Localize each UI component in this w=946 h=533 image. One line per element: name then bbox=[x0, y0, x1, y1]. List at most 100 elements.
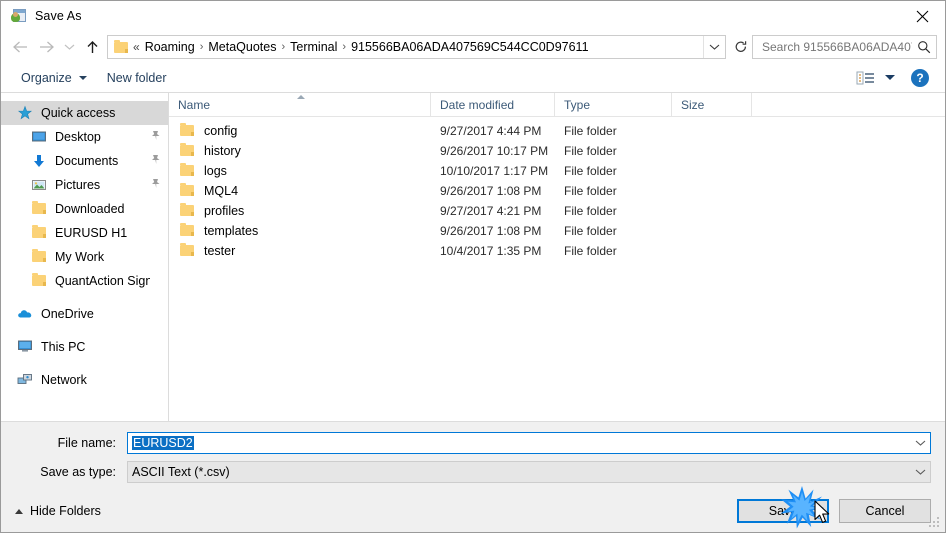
file-date: 10/10/2017 1:17 PM bbox=[440, 164, 549, 178]
file-type: File folder bbox=[564, 144, 617, 158]
filetype-combobox[interactable]: ASCII Text (*.csv) bbox=[127, 461, 931, 483]
breadcrumb-item-2[interactable]: Terminal bbox=[287, 40, 340, 54]
save-button[interactable]: Save bbox=[737, 499, 829, 523]
filetype-chevron-down-icon[interactable] bbox=[910, 468, 930, 476]
view-layout-icon[interactable] bbox=[856, 70, 876, 86]
back-icon[interactable] bbox=[7, 34, 33, 60]
table-row[interactable]: profiles 9/27/2017 4:21 PM File folder bbox=[169, 201, 945, 221]
breadcrumb-overflow[interactable]: « bbox=[133, 40, 142, 54]
folder-icon bbox=[113, 40, 129, 54]
sidebar-item-quantaction-signal[interactable]: QuantAction Signal bbox=[1, 269, 168, 293]
search-input[interactable] bbox=[760, 39, 914, 55]
sidebar-item-desktop[interactable]: Desktop bbox=[1, 125, 168, 149]
table-row[interactable]: logs 10/10/2017 1:17 PM File folder bbox=[169, 161, 945, 181]
sidebar-item-label: OneDrive bbox=[41, 307, 94, 321]
help-icon[interactable]: ? bbox=[911, 68, 929, 87]
forward-icon[interactable] bbox=[33, 34, 59, 60]
address-chevron-down-icon[interactable] bbox=[703, 36, 725, 58]
file-name-cell: logs bbox=[169, 163, 431, 179]
sidebar-item-my-work[interactable]: My Work bbox=[1, 245, 168, 269]
title-bar: Save As bbox=[1, 1, 945, 31]
breadcrumb-item-3[interactable]: 915566BA06ADA407569C544CC0D97611 bbox=[348, 40, 591, 54]
column-header-name[interactable]: Name bbox=[169, 93, 431, 116]
filename-chevron-down-icon[interactable] bbox=[910, 439, 930, 447]
refresh-icon[interactable] bbox=[730, 36, 752, 58]
address-bar[interactable]: « Roaming › MetaQuotes › Terminal › 9155… bbox=[107, 35, 726, 59]
filetype-value[interactable]: ASCII Text (*.csv) bbox=[128, 465, 910, 479]
breadcrumb-item-1[interactable]: MetaQuotes bbox=[205, 40, 279, 54]
sidebar-item-quick-access[interactable]: Quick access bbox=[1, 101, 168, 125]
file-date: 9/27/2017 4:44 PM bbox=[440, 124, 542, 138]
sidebar-item-onedrive[interactable]: OneDrive bbox=[1, 302, 168, 326]
view-chevron-down-icon[interactable] bbox=[885, 75, 895, 80]
filename-input[interactable]: EURUSD2 bbox=[132, 436, 194, 450]
sidebar-item-network[interactable]: Network bbox=[1, 368, 168, 392]
file-name-cell: MQL4 bbox=[169, 183, 431, 199]
file-name-cell: tester bbox=[169, 243, 431, 259]
table-row[interactable]: templates 9/26/2017 1:08 PM File folder bbox=[169, 221, 945, 241]
sidebar-item-label: Desktop bbox=[55, 130, 101, 144]
folder-icon bbox=[179, 243, 196, 259]
folder-icon bbox=[31, 249, 48, 265]
close-icon[interactable] bbox=[899, 1, 945, 31]
file-type: File folder bbox=[564, 224, 617, 238]
resize-grip[interactable] bbox=[929, 517, 941, 529]
up-icon[interactable] bbox=[79, 34, 105, 60]
pin-icon[interactable] bbox=[150, 178, 162, 192]
sidebar-item-eurusd-h1[interactable]: EURUSD H1 bbox=[1, 221, 168, 245]
new-folder-button[interactable]: New folder bbox=[101, 68, 173, 88]
sidebar-item-pictures[interactable]: Pictures bbox=[1, 173, 168, 197]
file-name-cell: history bbox=[169, 143, 431, 159]
cancel-label: Cancel bbox=[865, 504, 905, 518]
hide-folders-label: Hide Folders bbox=[30, 504, 101, 518]
folder-icon bbox=[179, 143, 196, 159]
column-header-date-modified[interactable]: Date modified bbox=[431, 93, 555, 116]
folder-icon bbox=[179, 223, 196, 239]
sort-ascending-icon bbox=[297, 95, 305, 99]
folder-icon bbox=[31, 225, 48, 241]
cancel-button[interactable]: Cancel bbox=[839, 499, 931, 523]
file-name: logs bbox=[204, 164, 227, 178]
column-header-type[interactable]: Type bbox=[555, 93, 672, 116]
sidebar-item-label: Pictures bbox=[55, 178, 101, 192]
new-folder-label: New folder bbox=[106, 70, 167, 85]
file-date: 9/26/2017 10:17 PM bbox=[440, 144, 549, 158]
sidebar-item-documents[interactable]: Documents bbox=[1, 149, 168, 173]
sidebar-item-downloaded[interactable]: Downloaded bbox=[1, 197, 168, 221]
file-rows: config 9/27/2017 4:44 PM File folder his… bbox=[169, 117, 945, 421]
pictures-icon bbox=[31, 177, 48, 193]
pin-icon[interactable] bbox=[150, 154, 162, 168]
organize-label: Organize bbox=[21, 70, 72, 85]
breadcrumb-item-0[interactable]: Roaming bbox=[142, 40, 198, 54]
recent-locations-chevron-down-icon[interactable] bbox=[59, 34, 79, 60]
folder-icon bbox=[179, 123, 196, 139]
table-row[interactable]: config 9/27/2017 4:44 PM File folder bbox=[169, 121, 945, 141]
save-label: Save bbox=[768, 504, 798, 518]
pin-icon[interactable] bbox=[150, 130, 162, 144]
file-name: templates bbox=[204, 224, 259, 238]
search-box[interactable] bbox=[752, 35, 937, 59]
breadcrumb-separator[interactable]: › bbox=[198, 41, 206, 53]
sidebar-item-this-pc[interactable]: This PC bbox=[1, 335, 168, 359]
table-row[interactable]: history 9/26/2017 10:17 PM File folder bbox=[169, 141, 945, 161]
sidebar-item-label: Quick access bbox=[41, 106, 116, 120]
column-header-label: Size bbox=[681, 97, 705, 112]
filename-value-wrap[interactable]: EURUSD2 bbox=[128, 436, 910, 450]
filename-combobox[interactable]: EURUSD2 bbox=[127, 432, 931, 454]
sidebar-item-label: EURUSD H1 bbox=[55, 226, 128, 240]
column-header-size[interactable]: Size bbox=[672, 93, 752, 116]
file-date: 9/26/2017 1:08 PM bbox=[440, 184, 542, 198]
table-row[interactable]: tester 10/4/2017 1:35 PM File folder bbox=[169, 241, 945, 261]
filetype-label: Save as type: bbox=[40, 465, 116, 479]
breadcrumb-separator[interactable]: › bbox=[340, 41, 348, 53]
organize-button[interactable]: Organize bbox=[15, 68, 93, 88]
dialog-body: Quick access Desktop Documents Pictures … bbox=[1, 93, 945, 421]
hide-folders-button[interactable]: Hide Folders bbox=[15, 504, 101, 518]
filetype-row: Save as type: ASCII Text (*.csv) bbox=[15, 461, 931, 483]
table-row[interactable]: MQL4 9/26/2017 1:08 PM File folder bbox=[169, 181, 945, 201]
breadcrumb-separator[interactable]: › bbox=[279, 41, 287, 53]
navigation-bar: « Roaming › MetaQuotes › Terminal › 9155… bbox=[1, 31, 945, 63]
